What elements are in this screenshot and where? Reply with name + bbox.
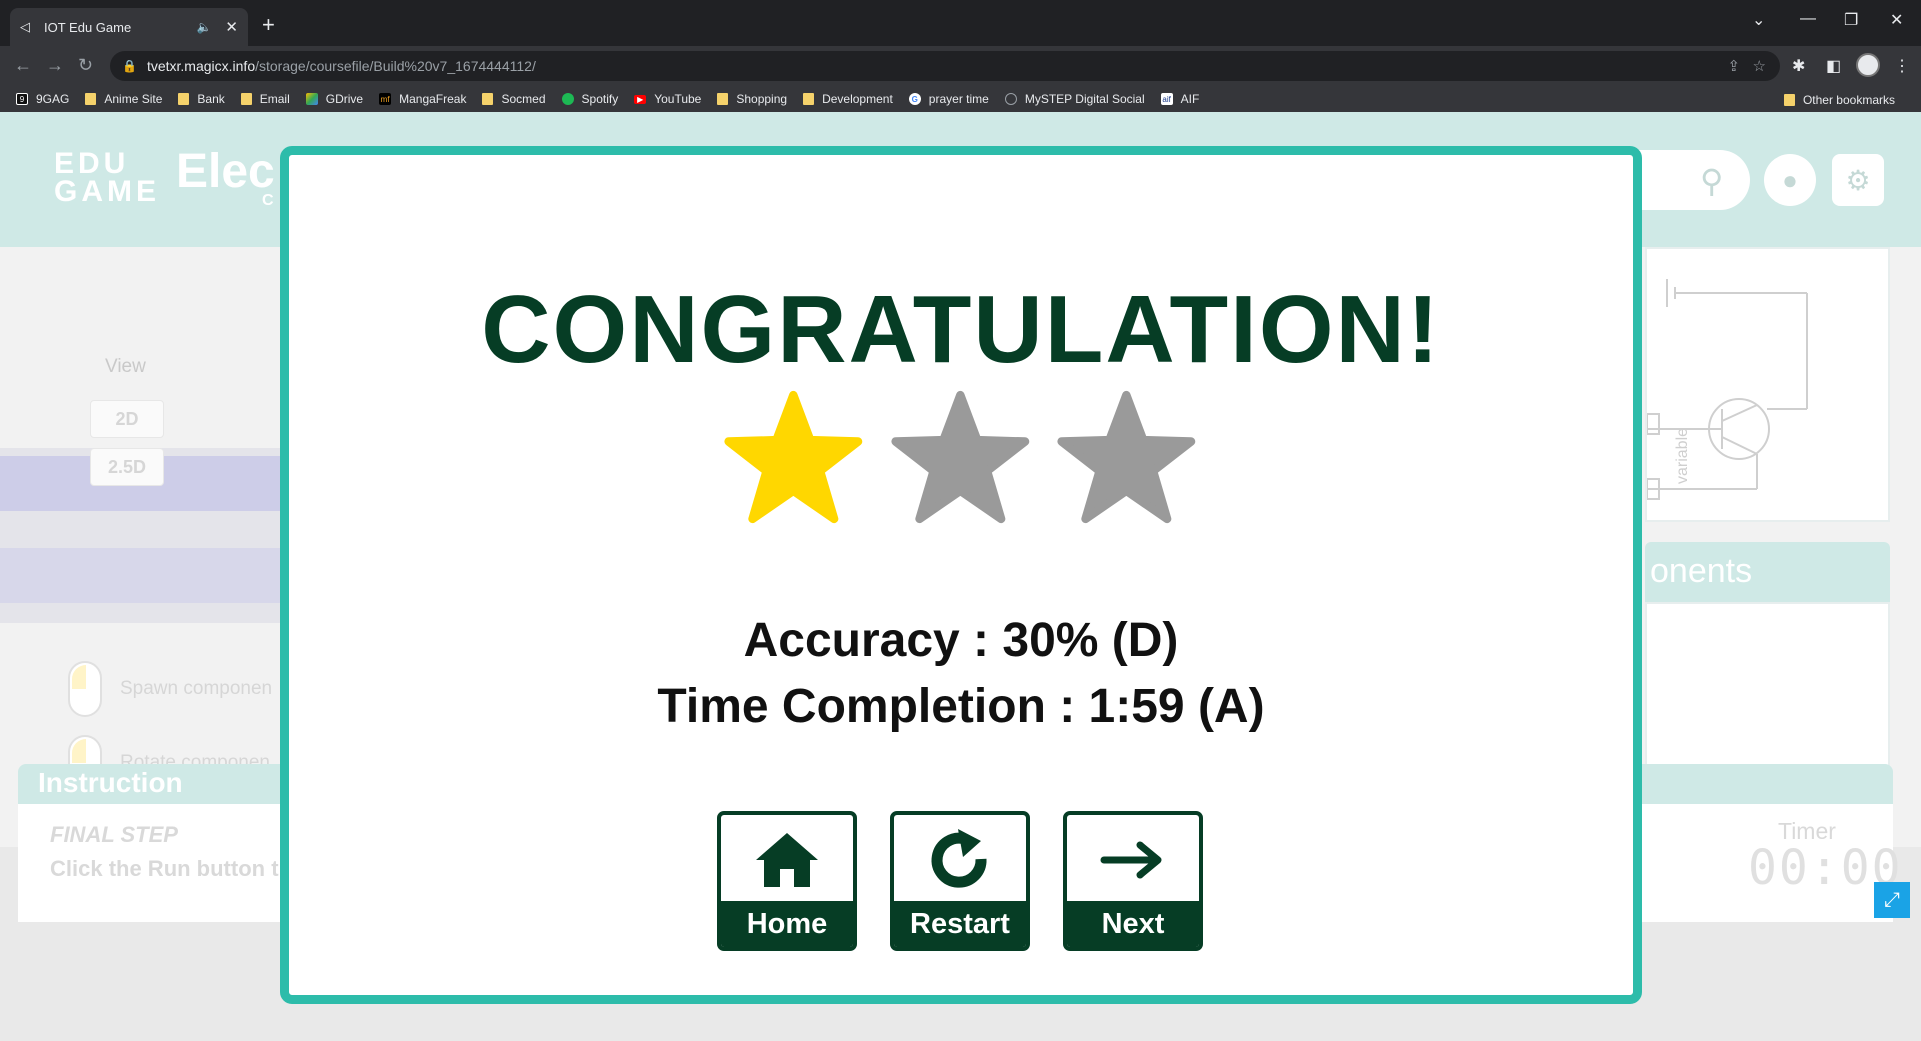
hint-spawn: Spawn componen — [68, 661, 272, 717]
bookmark-9gag[interactable]: 9 9GAG — [16, 92, 69, 106]
sidepanel-icon[interactable]: ◧ — [1826, 56, 1841, 76]
url-host: tvetxr.magicx.info — [146, 58, 256, 74]
instruction-title: Instruction — [38, 767, 183, 798]
spotify-icon — [561, 93, 574, 105]
circuit-diagram: variable — [1646, 279, 1808, 500]
edu-game-logo: EDU GAME — [54, 147, 160, 208]
folder-icon — [85, 93, 97, 105]
extensions-icon[interactable]: ✱ — [1792, 56, 1805, 76]
view-25d-button[interactable]: 2.5D — [90, 448, 164, 486]
circuit-panel: variable — [1645, 247, 1890, 522]
folder-icon — [803, 93, 815, 105]
bookmark-socmed[interactable]: Socmed — [482, 92, 546, 106]
google-icon: G — [908, 93, 921, 105]
mouse-icon — [68, 661, 102, 717]
view-2d-button[interactable]: 2D — [90, 400, 164, 438]
star-icon-2 — [891, 390, 1029, 524]
bookmark-gdrive[interactable]: GDrive — [305, 92, 363, 106]
dialog-title: CONGRATULATION! — [481, 276, 1441, 383]
bookmark-spotify[interactable]: Spotify — [561, 92, 618, 106]
forward-icon[interactable]: → — [46, 55, 64, 76]
app-subtitle: C — [262, 192, 274, 209]
lock-icon[interactable]: 🔒 — [122, 59, 137, 73]
star-icon-3 — [1057, 390, 1196, 524]
view-label: View — [105, 356, 146, 377]
browser-tab[interactable]: ◁ IOT Edu Game 🔈 ✕ — [10, 8, 248, 46]
mystep-icon — [1004, 93, 1017, 105]
svg-text:variable: variable — [1674, 428, 1691, 484]
congratulation-dialog: CONGRATULATION! Accuracy : 30% (D) Time … — [280, 146, 1642, 1004]
minimize-icon[interactable]: — — [1800, 10, 1816, 28]
star-rating — [723, 387, 1223, 527]
restart-button[interactable]: Restart — [890, 811, 1030, 951]
bookmark-prayer-time[interactable]: Gprayer time — [908, 92, 989, 106]
address-bar: ← → ↻ 🔒 tvetxr.magicx.info /storage/cour… — [0, 46, 1921, 86]
bookmark-aif[interactable]: aif AIF — [1160, 92, 1199, 106]
tab-close-icon[interactable]: ✕ — [225, 18, 238, 36]
expand-icon: ⤢ — [1884, 888, 1900, 911]
gdrive-icon — [305, 93, 318, 105]
fullscreen-button[interactable]: ⤢ — [1874, 882, 1910, 918]
unity-icon: ◁ — [20, 19, 30, 34]
step-title: FINAL STEP — [50, 822, 178, 847]
tab-bar: ◁ IOT Edu Game 🔈 ✕ + ⌄ — ❐ ✕ — [0, 0, 1921, 46]
bookmark-youtube[interactable]: ▶ YouTube — [634, 92, 701, 106]
next-label: Next — [1067, 901, 1199, 947]
audio-icon[interactable]: 🔈 — [196, 20, 211, 34]
user-button[interactable]: ● — [1764, 154, 1816, 206]
arrow-right-icon — [1067, 829, 1199, 899]
back-icon[interactable]: ← — [14, 55, 32, 76]
gear-icon: ⚙ — [1845, 164, 1871, 196]
bookmark-mangafreak[interactable]: mf MangaFreak — [379, 92, 466, 106]
new-tab-icon[interactable]: + — [262, 12, 275, 38]
bookmark-mystep[interactable]: MySTEP Digital Social — [1004, 92, 1145, 106]
url-path: /storage/coursefile/Build%20v7_167444411… — [255, 58, 536, 74]
search-icon[interactable]: ⚲ — [1700, 162, 1723, 200]
folder-icon — [178, 93, 190, 105]
tab-title: IOT Edu Game — [44, 19, 132, 35]
bookmark-anime-site[interactable]: Anime Site — [85, 92, 162, 106]
home-button[interactable]: Home — [717, 811, 857, 951]
folder-icon — [482, 93, 494, 105]
bookmark-bank[interactable]: Bank — [178, 92, 225, 106]
components-title: onents — [1650, 552, 1753, 590]
aif-icon: aif — [1160, 93, 1173, 105]
share-bookmark-icons[interactable]: ⇪ ☆ — [1727, 57, 1766, 75]
url-field[interactable]: 🔒 tvetxr.magicx.info /storage/coursefile… — [110, 51, 1780, 81]
mangafreak-icon: mf — [379, 93, 392, 105]
bookmarks-bar: 9 9GAG Anime Site Bank Email GDrive mf Man… — [0, 86, 1921, 112]
youtube-icon: ▶ — [634, 94, 647, 104]
step-text: Click the Run button t — [50, 856, 279, 881]
star-icon-1 — [724, 390, 863, 524]
bookmark-shopping[interactable]: Shopping — [717, 92, 787, 106]
accuracy-text: Accuracy : 30% (D) — [743, 614, 1179, 667]
avatar[interactable] — [1856, 53, 1880, 77]
bookmark-email[interactable]: Email — [240, 92, 290, 106]
bookmark-other[interactable]: Other bookmarks — [1783, 93, 1895, 107]
folder-icon — [1783, 94, 1795, 106]
9gag-icon: 9 — [16, 93, 28, 105]
next-button[interactable]: Next — [1063, 811, 1203, 951]
folder-icon — [717, 93, 729, 105]
bookmark-development[interactable]: Development — [803, 92, 893, 106]
close-window-icon[interactable]: ✕ — [1890, 10, 1903, 30]
restart-icon — [894, 829, 1026, 899]
home-label: Home — [721, 901, 853, 947]
time-completion-text: Time Completion : 1:59 (A) — [657, 680, 1265, 733]
reload-icon[interactable]: ↻ — [78, 55, 93, 76]
folder-icon — [240, 93, 252, 105]
menu-icon[interactable]: ⋮ — [1894, 56, 1910, 76]
restore-icon[interactable]: ❐ — [1844, 10, 1858, 30]
user-icon: ● — [1782, 164, 1798, 195]
settings-button[interactable]: ⚙ — [1832, 154, 1884, 206]
home-icon — [721, 829, 853, 899]
app-title: Elec — [176, 145, 275, 198]
restart-label: Restart — [894, 901, 1026, 947]
tab-search-icon[interactable]: ⌄ — [1752, 10, 1765, 30]
